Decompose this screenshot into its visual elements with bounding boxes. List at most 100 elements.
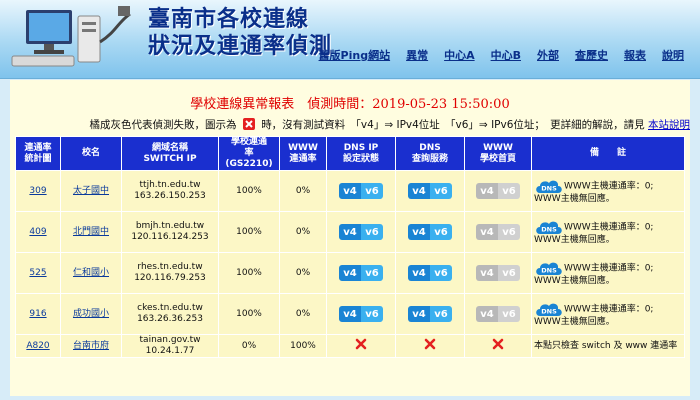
v4-label: v4 bbox=[408, 224, 430, 240]
cell-domain: rhes.tn.edu.tw 120.116.79.253 bbox=[121, 252, 219, 294]
col-www-home: WWW 學校首頁 bbox=[464, 136, 532, 171]
stats-chart-link[interactable]: 916 bbox=[29, 309, 46, 319]
stats-chart-link[interactable]: 409 bbox=[29, 227, 46, 237]
dns-ip-badge[interactable]: v4 v6 bbox=[339, 306, 383, 322]
cell-www-home: v4 v6 bbox=[464, 252, 532, 294]
www-home-fail-x-icon bbox=[492, 338, 504, 350]
dns-cloud-icon: DNS bbox=[536, 221, 562, 234]
col-domain-ip: 網域名稱 SWITCH IP bbox=[121, 136, 219, 171]
col-school-rate: 學校連通 率(GS2210) bbox=[218, 136, 280, 171]
cell-www-rate: 100% bbox=[279, 334, 327, 358]
cell-dns-query bbox=[395, 334, 465, 358]
www-home-badge[interactable]: v4 v6 bbox=[476, 265, 520, 281]
school-name-link[interactable]: 台南市府 bbox=[73, 341, 109, 351]
switch-ip: 120.116.79.253 bbox=[134, 273, 206, 283]
school-name-link[interactable]: 北門國中 bbox=[73, 227, 109, 237]
cell-dns-ip: v4 v6 bbox=[326, 211, 396, 253]
school-name-link[interactable]: 仁和國小 bbox=[73, 268, 109, 278]
dns-query-badge[interactable]: v4 v6 bbox=[408, 224, 452, 240]
domain-name: ckes.tn.edu.tw bbox=[137, 303, 203, 313]
network-computer-logo-icon bbox=[11, 6, 131, 67]
domain-name: bmjh.tn.edu.tw bbox=[135, 221, 205, 231]
site-title-line2: 狀況及連通率偵測 bbox=[148, 34, 333, 59]
switch-ip: 163.26.36.253 bbox=[137, 314, 203, 324]
cell-note: DNS WWW主機連通率：0; WWW主機無回應。 bbox=[531, 211, 685, 253]
col-stats-chart: 連通率 統計圖 bbox=[15, 136, 61, 171]
dns-icon-label: DNS bbox=[541, 266, 557, 274]
cell-domain: ckes.tn.edu.tw 163.26.36.253 bbox=[121, 293, 219, 335]
v6-label: v6 bbox=[361, 265, 383, 281]
site-title: 臺南市各校連線 狀況及連通率偵測 bbox=[148, 6, 332, 60]
dns-query-badge[interactable]: v4 v6 bbox=[408, 265, 452, 281]
dns-query-badge[interactable]: v4 v6 bbox=[408, 183, 452, 199]
note-text: 本點只檢查 switch 及 www 連通率 bbox=[534, 340, 678, 351]
table-row: 525 仁和國小 rhes.tn.edu.tw 120.116.79.253 10… bbox=[15, 252, 685, 294]
school-name-link[interactable]: 太子國中 bbox=[73, 186, 109, 196]
dns-cloud-icon: DNS bbox=[536, 303, 562, 316]
cell-dns-query: v4 v6 bbox=[395, 211, 465, 253]
top-nav: 舊版Ping網站 異常 中心A 中心B 外部 查歷史 報表 說明 bbox=[311, 47, 692, 63]
cell-domain: ttjh.tn.edu.tw 163.26.150.253 bbox=[121, 170, 219, 212]
legend-part-b: 時，沒有測試資料 「v4」⇒ IPv4位址 「v6」⇒ IPv6位址； 更詳細的… bbox=[261, 119, 645, 131]
cell-school-rate: 100% bbox=[218, 293, 280, 335]
v6-label: v6 bbox=[498, 224, 520, 240]
v4-label: v4 bbox=[408, 306, 430, 322]
dns-query-badge[interactable]: v4 v6 bbox=[408, 306, 452, 322]
school-name-link[interactable]: 成功國小 bbox=[73, 309, 109, 319]
legend-text: 橘成灰色代表偵測失敗，圖示為 時，沒有測試資料 「v4」⇒ IPv4位址 「v6… bbox=[10, 117, 690, 132]
anomaly-table: 連通率 統計圖 校名 網域名稱 SWITCH IP 學校連通 率(GS2210) WW… bbox=[15, 136, 685, 358]
dns-ip-badge[interactable]: v4 v6 bbox=[339, 265, 383, 281]
www-home-badge[interactable]: v4 v6 bbox=[476, 306, 520, 322]
col-notes: 備 註 bbox=[531, 136, 685, 171]
switch-ip: 10.24.1.77 bbox=[145, 346, 195, 356]
dns-ip-badge[interactable]: v4 v6 bbox=[339, 224, 383, 240]
v6-label: v6 bbox=[498, 183, 520, 199]
cell-dns-ip: v4 v6 bbox=[326, 252, 396, 294]
dns-cloud-icon: DNS bbox=[536, 180, 562, 193]
www-home-badge[interactable]: v4 v6 bbox=[476, 224, 520, 240]
nav-reports[interactable]: 報表 bbox=[616, 47, 654, 63]
nav-center-b[interactable]: 中心B bbox=[483, 47, 529, 63]
report-panel: 學校連線異常報表 偵測時間：2019-05-23 15:50:00 橘成灰色代表… bbox=[10, 80, 690, 396]
v6-label: v6 bbox=[430, 224, 452, 240]
dns-icon-label: DNS bbox=[541, 307, 557, 315]
nav-external[interactable]: 外部 bbox=[529, 47, 567, 63]
help-link[interactable]: 本站說明 bbox=[648, 119, 690, 131]
switch-ip: 120.116.124.253 bbox=[131, 232, 209, 242]
cell-www-home: v4 v6 bbox=[464, 293, 532, 335]
nav-help[interactable]: 說明 bbox=[654, 47, 692, 63]
stats-chart-link[interactable]: 525 bbox=[29, 268, 46, 278]
v6-label: v6 bbox=[498, 265, 520, 281]
domain-name: rhes.tn.edu.tw bbox=[137, 262, 203, 272]
cell-dns-query: v4 v6 bbox=[395, 170, 465, 212]
cell-www-home bbox=[464, 334, 532, 358]
nav-abnormal[interactable]: 異常 bbox=[398, 47, 436, 63]
v4-label: v4 bbox=[339, 183, 361, 199]
v6-label: v6 bbox=[430, 306, 452, 322]
dns-ip-badge[interactable]: v4 v6 bbox=[339, 183, 383, 199]
cell-dns-ip: v4 v6 bbox=[326, 170, 396, 212]
nav-history[interactable]: 查歷史 bbox=[567, 47, 616, 63]
cell-school-rate: 100% bbox=[218, 170, 280, 212]
v4-label: v4 bbox=[339, 265, 361, 281]
v4-label: v4 bbox=[476, 306, 498, 322]
cell-www-rate: 0% bbox=[279, 293, 327, 335]
stats-chart-link[interactable]: 309 bbox=[29, 186, 46, 196]
cell-note: DNS WWW主機連通率：0; WWW主機無回應。 bbox=[531, 293, 685, 335]
v4-label: v4 bbox=[476, 224, 498, 240]
site-header: 臺南市各校連線 狀況及連通率偵測 舊版Ping網站 異常 中心A 中心B 外部 … bbox=[0, 0, 700, 79]
cell-school-rate: 100% bbox=[218, 211, 280, 253]
cell-dns-query: v4 v6 bbox=[395, 293, 465, 335]
v6-label: v6 bbox=[361, 306, 383, 322]
dns-query-fail-x-icon bbox=[424, 338, 436, 350]
www-home-badge[interactable]: v4 v6 bbox=[476, 183, 520, 199]
cell-school: 仁和國小 bbox=[60, 252, 122, 294]
table-row: 916 成功國小 ckes.tn.edu.tw 163.26.36.253 100… bbox=[15, 293, 685, 335]
cell-note: DNS WWW主機連通率：0; WWW主機無回應。 bbox=[531, 170, 685, 212]
nav-old-ping-site[interactable]: 舊版Ping網站 bbox=[311, 47, 399, 63]
stats-chart-link[interactable]: A820 bbox=[26, 341, 49, 351]
nav-center-a[interactable]: 中心A bbox=[436, 47, 483, 63]
site-title-line1: 臺南市各校連線 bbox=[148, 7, 310, 32]
col-dns-ip: DNS IP 設定狀態 bbox=[326, 136, 396, 171]
switch-ip: 163.26.150.253 bbox=[134, 191, 206, 201]
